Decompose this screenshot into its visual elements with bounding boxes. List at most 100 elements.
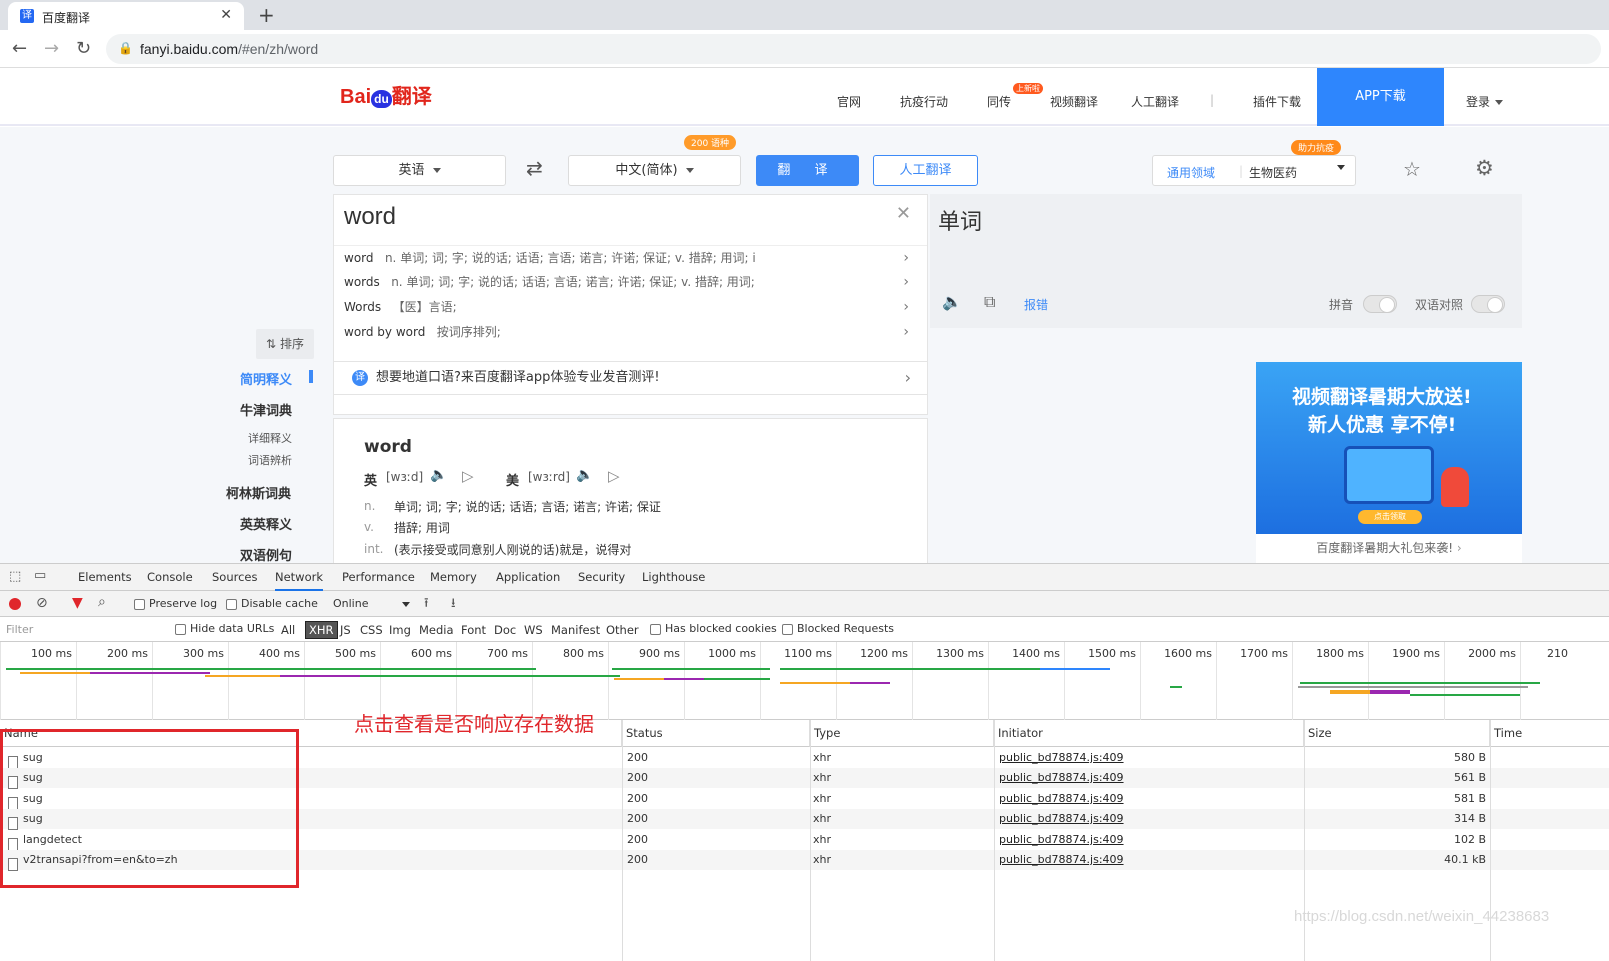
device-toolbar-icon[interactable]: ▭	[34, 568, 46, 583]
type-filter-manifest[interactable]: Manifest	[551, 623, 600, 637]
sidebar-item-oxford[interactable]: 牛津词典	[240, 400, 292, 419]
pinyin-toggle[interactable]	[1363, 295, 1397, 313]
domain-selected[interactable]: 生物医药	[1249, 164, 1297, 181]
type-filter-font[interactable]: Font	[461, 623, 486, 637]
sidebar-item-examples[interactable]: 双语例句	[240, 545, 292, 563]
source-text[interactable]: word	[344, 203, 396, 231]
nav-anti-epidemic[interactable]: 抗疫行动	[900, 93, 948, 110]
nav-human-translate[interactable]: 人工翻译	[1131, 93, 1179, 110]
nav-official-site[interactable]: 官网	[837, 93, 861, 110]
export-har-icon[interactable]: ⭳	[451, 594, 456, 616]
nav-simultaneous[interactable]: 同传	[987, 93, 1011, 110]
record-icon[interactable]	[9, 598, 21, 610]
bilingual-toggle[interactable]	[1471, 295, 1505, 313]
swap-languages-icon[interactable]: ⇄	[526, 156, 543, 180]
baidu-fanyi-logo[interactable]: Bai du 翻译	[340, 80, 432, 109]
tab-lighthouse[interactable]: Lighthouse	[642, 570, 705, 584]
new-tab-icon[interactable]: +	[258, 3, 275, 27]
domain-dropdown-icon[interactable]	[1329, 160, 1345, 174]
request-initiator[interactable]: public_bd78874.js:409	[999, 809, 1124, 829]
us-play-icon[interactable]: ▷	[608, 467, 620, 485]
nav-video-translate[interactable]: 视频翻译	[1050, 93, 1098, 110]
tab-console[interactable]: Console	[147, 570, 193, 584]
request-initiator[interactable]: public_bd78874.js:409	[999, 768, 1124, 788]
target-language-select[interactable]: 中文(简体)	[568, 155, 741, 186]
type-filter-js[interactable]: JS	[340, 623, 351, 637]
domain-select[interactable]: 通用领域 | 生物医药	[1152, 155, 1356, 186]
hide-data-urls-checkbox[interactable]: Hide data URLs	[175, 622, 274, 635]
back-icon[interactable]: ←	[12, 38, 27, 59]
search-icon[interactable]: ⌕	[98, 594, 106, 610]
sidebar-item-detailed[interactable]: 详细释义	[248, 430, 292, 446]
type-filter-css[interactable]: CSS	[360, 623, 383, 637]
translate-button[interactable]: 翻 译	[756, 155, 859, 186]
column-header-size[interactable]: Size	[1304, 720, 1490, 747]
speaker-icon[interactable]: 🔈	[942, 292, 962, 311]
preserve-log-checkbox[interactable]: Preserve log	[134, 597, 217, 610]
type-filter-other[interactable]: Other	[606, 623, 639, 637]
blocked-cookies-checkbox[interactable]: Has blocked cookies	[650, 622, 777, 635]
suggestion-item[interactable]: Words 【医】言语; ›	[334, 295, 927, 320]
login-link[interactable]: 登录	[1466, 93, 1504, 110]
type-filter-img[interactable]: Img	[389, 623, 411, 637]
filter-input[interactable]: Filter	[6, 623, 33, 636]
tab-sources[interactable]: Sources	[212, 570, 258, 584]
browser-tab[interactable]: 译 百度翻译 ✕	[8, 2, 244, 30]
column-header-time[interactable]: Time	[1490, 720, 1609, 747]
type-filter-media[interactable]: Media	[419, 623, 454, 637]
source-language-select[interactable]: 英语	[333, 155, 506, 186]
request-initiator[interactable]: public_bd78874.js:409	[999, 748, 1124, 768]
tab-elements[interactable]: Elements	[78, 570, 132, 584]
filter-funnel-icon[interactable]: ▼	[72, 595, 83, 611]
column-header-status[interactable]: Status	[622, 720, 810, 747]
video-translate-ad[interactable]: 视频翻译暑期大放送! 新人优惠 享不停! 点击领取	[1256, 362, 1522, 534]
settings-gear-icon[interactable]: ⚙	[1475, 156, 1494, 180]
suggestion-item[interactable]: word n. 单词; 词; 字; 说的话; 话语; 言语; 诺言; 许诺; 保…	[334, 245, 927, 270]
column-header-initiator[interactable]: Initiator	[994, 720, 1304, 747]
type-filter-doc[interactable]: Doc	[494, 623, 516, 637]
tab-memory[interactable]: Memory	[430, 570, 477, 584]
domain-general[interactable]: 通用领域	[1167, 164, 1215, 181]
import-har-icon[interactable]: ⭱	[424, 594, 429, 616]
network-timeline-overview[interactable]: 100 ms 200 ms 300 ms 400 ms 500 ms 600 m…	[0, 642, 1609, 720]
nav-plugin-download[interactable]: 插件下载	[1253, 93, 1301, 110]
uk-play-icon[interactable]: ▷	[462, 467, 474, 485]
suggestion-item[interactable]: word by word 按词序排列; ›	[334, 320, 927, 345]
sidebar-item-synonyms[interactable]: 词语辨析	[248, 452, 292, 468]
tab-close-icon[interactable]: ✕	[220, 7, 232, 23]
column-header-type[interactable]: Type	[810, 720, 994, 747]
tab-application[interactable]: Application	[496, 570, 560, 584]
forward-icon[interactable]: →	[44, 38, 59, 59]
copy-icon[interactable]: ⧉	[984, 292, 995, 312]
ad-claim-button[interactable]: 点击领取	[1358, 510, 1422, 524]
column-divider[interactable]	[622, 720, 623, 961]
type-filter-ws[interactable]: WS	[524, 623, 543, 637]
sort-button[interactable]: ⇅ 排序	[256, 329, 314, 359]
tab-security[interactable]: Security	[578, 570, 625, 584]
blocked-requests-checkbox[interactable]: Blocked Requests	[782, 622, 894, 635]
app-download-button[interactable]: APP下载	[1317, 68, 1444, 126]
disable-cache-checkbox[interactable]: Disable cache	[226, 597, 318, 610]
uk-speaker-icon[interactable]: 🔈	[430, 467, 447, 483]
request-initiator[interactable]: public_bd78874.js:409	[999, 850, 1124, 870]
type-filter-all[interactable]: All	[281, 623, 295, 637]
type-filter-xhr[interactable]: XHR	[305, 621, 338, 639]
report-error-link[interactable]: 报错	[1024, 296, 1048, 313]
url-input[interactable]: 🔒 fanyi.baidu.com/#en/zh/word	[106, 34, 1601, 64]
clear-icon[interactable]: ⊘	[36, 595, 48, 611]
clear-input-icon[interactable]: ✕	[896, 203, 911, 224]
sidebar-item-concise[interactable]: 简明释义	[240, 369, 292, 388]
promo-banner[interactable]: 译 想要地道口语?来百度翻译app体验专业发音测评! ›	[333, 361, 928, 395]
tab-performance[interactable]: Performance	[342, 570, 415, 584]
ad-caption[interactable]: 百度翻译暑期大礼包来袭! ›	[1256, 534, 1522, 563]
throttle-select[interactable]: Online	[333, 597, 411, 610]
tab-network[interactable]: Network	[275, 570, 324, 591]
column-divider[interactable]	[994, 720, 995, 961]
us-speaker-icon[interactable]: 🔈	[576, 467, 593, 483]
suggestion-item[interactable]: words n. 单词; 词; 字; 说的话; 话语; 言语; 诺言; 许诺; …	[334, 270, 927, 295]
inspect-element-icon[interactable]: ⬚	[9, 569, 21, 584]
column-divider[interactable]	[810, 720, 811, 961]
sidebar-item-collins[interactable]: 柯林斯词典	[226, 483, 291, 502]
request-initiator[interactable]: public_bd78874.js:409	[999, 789, 1124, 809]
human-translate-button[interactable]: 人工翻译	[873, 155, 978, 186]
